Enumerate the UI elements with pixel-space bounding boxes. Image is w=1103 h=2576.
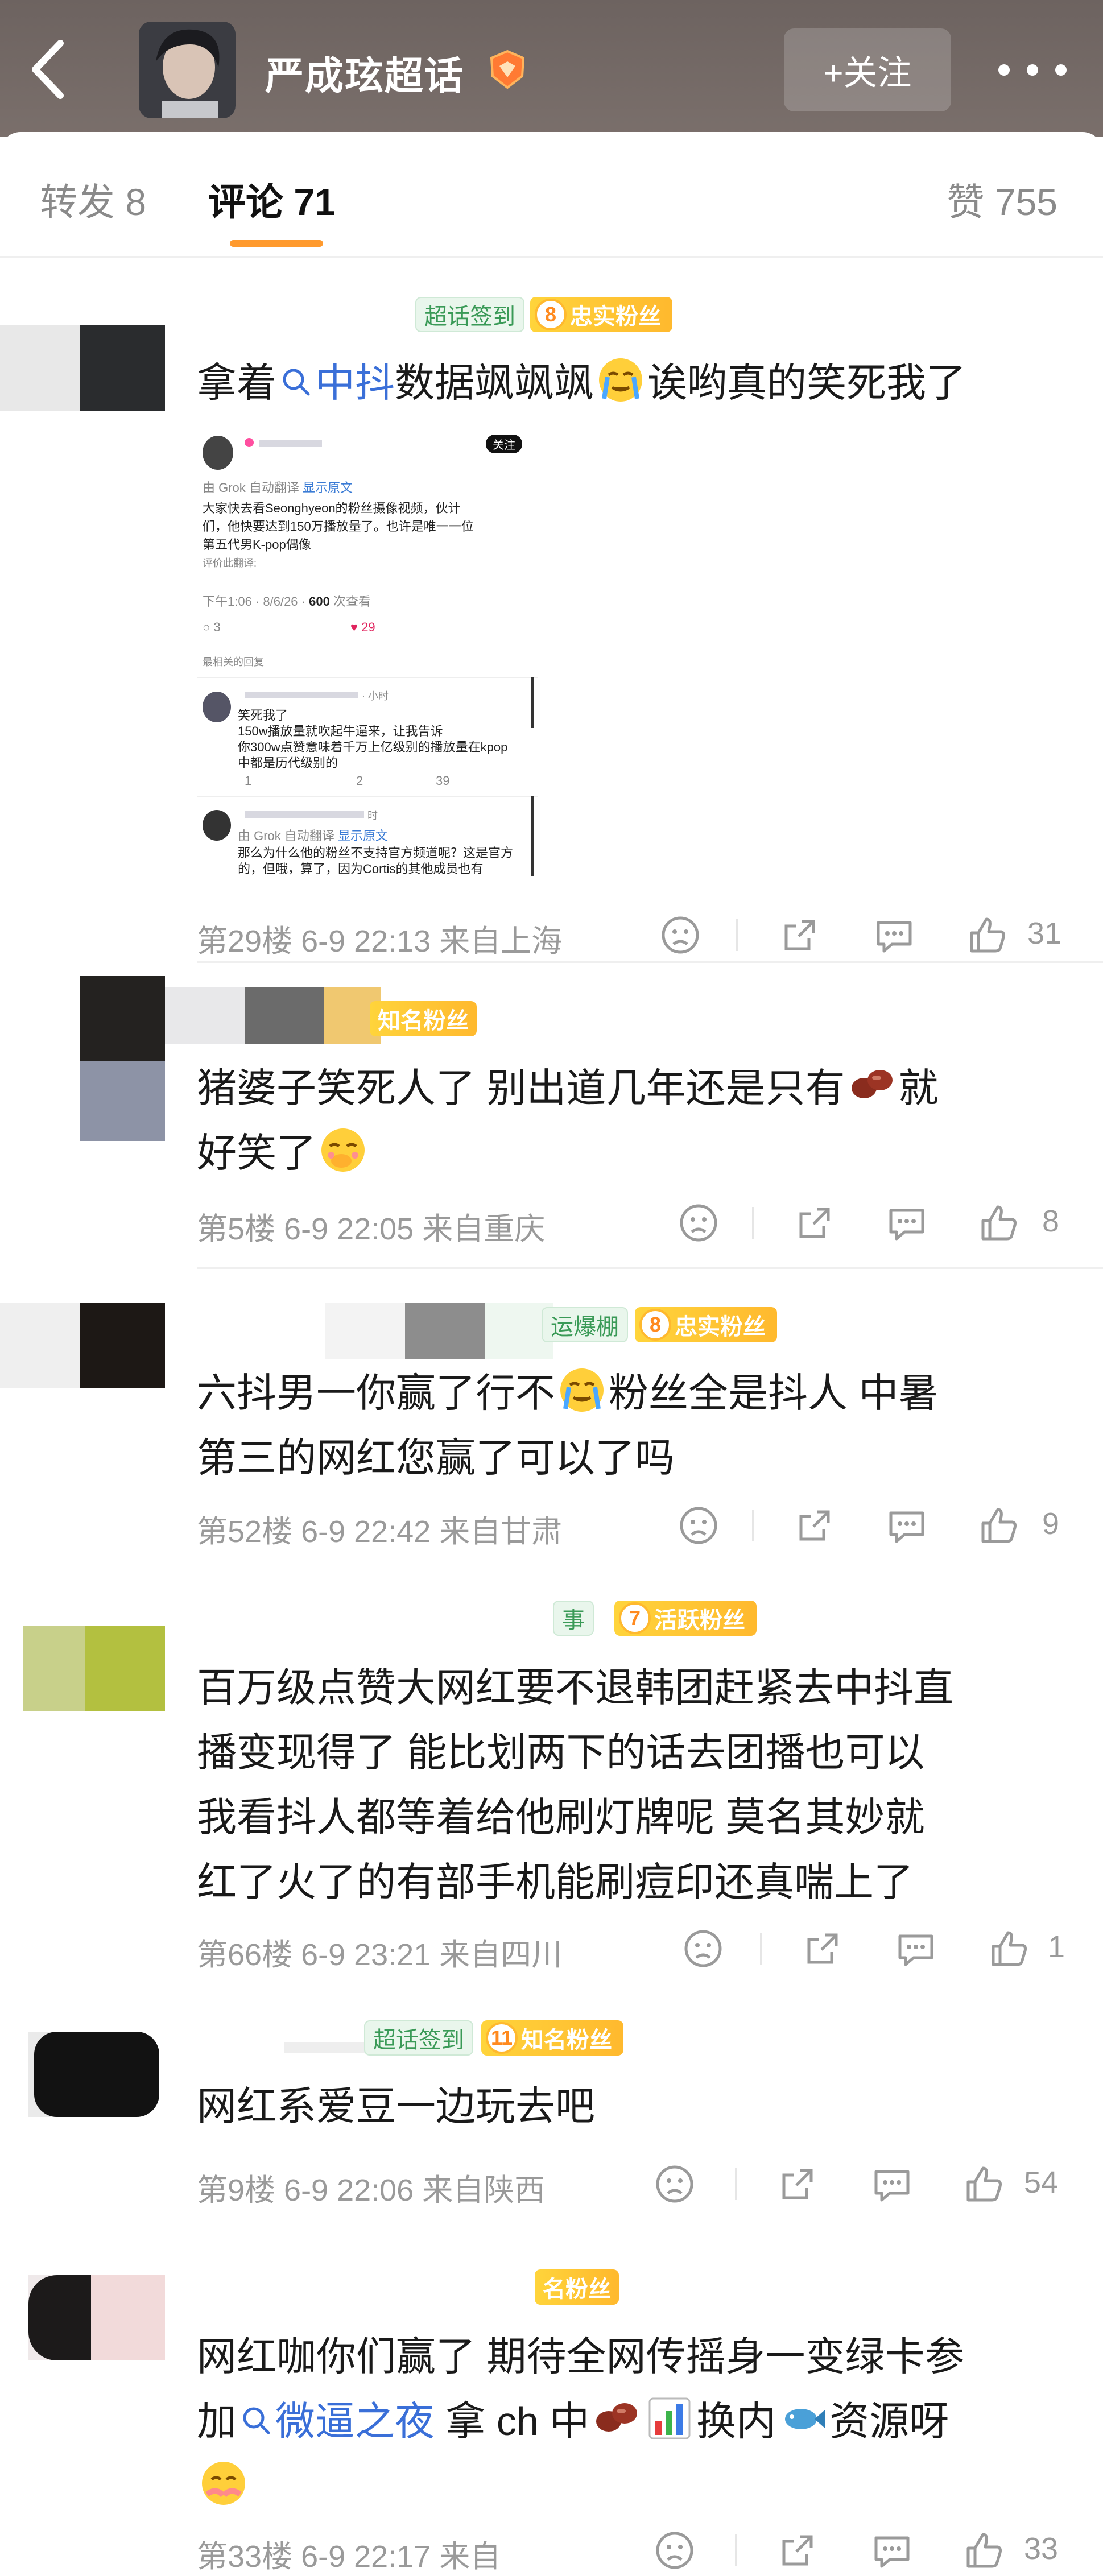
comment-text: 网红咖你们赢了 期待全网传摇身一变绿卡参 加微逼之夜 拿 ch 中换内 资源呀 [197,2324,1073,2519]
topic-link[interactable]: 中抖 [276,361,395,405]
back-icon[interactable] [23,35,74,104]
like-icon[interactable] [976,1200,1022,1246]
divider [197,1267,1103,1269]
giggle-emoji-icon [321,1128,365,1172]
topic-avatar[interactable] [139,22,236,118]
like-count: 54 [1024,2165,1059,2199]
comment-footer: 第5楼 6-9 22:05 来自重庆 8 [197,1200,1084,1246]
like-count: 8 [1042,1204,1060,1238]
page-title: 严成玹超话 [265,55,465,98]
tab-comment[interactable]: 评论 71 [208,172,336,226]
comment-text: 拿着 中抖数据飒飒飒 诶哟真的笑死我了 [197,350,1073,415]
topic-badge: 运爆棚 [542,1307,628,1342]
share-icon[interactable] [777,912,823,958]
avatar[interactable] [0,325,165,411]
bar-chart-emoji-icon [648,2397,691,2439]
like-icon[interactable] [986,1926,1032,1971]
avatar[interactable] [0,2032,165,2117]
username[interactable] [284,2025,370,2059]
comment-footer: 第66楼 6-9 23:21 来自四川 1 [197,1926,1084,1972]
comment-text: 百万级点赞大网红要不退韩团赶紧去中抖直 播变现得了 能比划两下的话去团播也可以 … [197,1665,953,1904]
like-icon[interactable] [961,2528,1007,2573]
comment-icon[interactable] [869,2161,915,2207]
comment-icon[interactable] [869,2528,915,2573]
like-count: 9 [1042,1507,1060,1541]
share-icon[interactable] [775,2161,820,2207]
checkin-badge: 超话签到 [364,2020,473,2056]
username[interactable] [325,1303,553,1359]
floor-info: 第5楼 6-9 22:05 来自重庆 [197,1212,546,1246]
more-icon[interactable] [998,56,1067,84]
fan-badge: 知名粉丝 [370,1001,477,1036]
dislike-icon[interactable] [658,912,703,958]
tab-bar: 转发 8 评论 71 赞 755 [0,132,1103,258]
floor-info: 第33楼 6-9 22:17 来自 [197,2540,501,2574]
comment-icon[interactable] [884,1200,930,1246]
floor-info: 第9楼 6-9 22:06 来自陕西 [197,2173,546,2207]
like-count: 33 [1024,2532,1059,2566]
avatar[interactable] [80,976,165,1141]
comment-footer: 第29楼 6-9 22:13 来自上海 31 [197,912,1084,958]
tab-like[interactable]: 赞 755 [947,172,1057,226]
divider [197,961,1103,963]
search-icon [283,369,310,396]
share-icon[interactable] [792,1200,837,1246]
hug-emoji-icon [202,2462,245,2505]
username[interactable] [165,987,381,1044]
comment-image[interactable]: 关注 由 Grok 自动翻译 显示原文 大家快去看Seonghyeon的粉丝摄像… [197,421,538,876]
comment-text: 猪婆子笑死人了 别出道几年还是只有就 好笑了 [197,1056,1073,1185]
follow-button: 关注 [486,435,522,453]
bean-emoji-icon [852,1070,893,1098]
comment-text: 六抖男一你赢了行不 粉丝全是抖人 中暑 第三的网红您赢了可以了吗 [197,1361,1073,1490]
fan-badge: 8 忠实粉丝 [530,297,672,332]
fan-badge: 7 活跃粉丝 [614,1601,757,1636]
like-count: 1 [1048,1930,1065,1964]
comment-footer: 第9楼 6-9 22:06 来自陕西 54 [197,2161,1084,2207]
like-count: 31 [1027,916,1062,950]
top-bar: 严成玹超话 +关注 [0,0,1103,137]
comment-footer: 第52楼 6-9 22:42 来自甘肃 9 [197,1503,1084,1549]
dislike-icon[interactable] [676,1503,721,1548]
dislike-icon[interactable] [676,1200,721,1246]
crying-emoji-icon [599,358,642,402]
search-icon [243,2407,270,2434]
super-topic-badge-icon [485,47,530,92]
comment-icon[interactable] [893,1926,939,1971]
topic-link[interactable]: 微逼之夜 [237,2399,435,2443]
comment-icon[interactable] [871,912,917,958]
tab-repost[interactable]: 转发 8 [40,172,146,226]
like-icon[interactable] [961,2161,1007,2207]
avatar[interactable] [0,1303,165,1388]
topic-badge: 事 [553,1601,594,1636]
fan-badge: 11 知名粉丝 [481,2020,623,2056]
dislike-icon[interactable] [652,2161,697,2207]
dislike-icon[interactable] [652,2528,697,2573]
fan-badge: 名粉丝 [535,2269,619,2305]
comment-footer: 第33楼 6-9 22:17 来自 33 [197,2528,1084,2574]
dislike-icon[interactable] [680,1926,726,1971]
comment-text: 网红系爱豆一边玩去吧 [197,2084,595,2128]
floor-info: 第52楼 6-9 22:42 来自甘肃 [197,1515,563,1549]
floor-info: 第66楼 6-9 23:21 来自四川 [197,1938,563,1972]
fish-emoji-icon [785,2409,825,2429]
bean-emoji-icon [596,2403,638,2432]
checkin-badge: 超话签到 [415,297,524,332]
floor-info: 第29楼 6-9 22:13 来自上海 [197,924,563,958]
share-icon[interactable] [792,1503,837,1548]
like-icon[interactable] [976,1503,1022,1548]
share-icon[interactable] [800,1926,845,1971]
fan-badge: 8 忠实粉丝 [635,1307,777,1342]
divider [0,256,1103,258]
follow-button[interactable]: +关注 [784,28,951,111]
share-icon[interactable] [775,2528,820,2573]
comment-icon[interactable] [884,1503,930,1548]
avatar[interactable] [0,2275,165,2360]
crying-emoji-icon [560,1368,604,1412]
avatar[interactable] [0,1626,165,1711]
active-tab-indicator [230,240,323,247]
like-icon[interactable] [965,912,1010,958]
